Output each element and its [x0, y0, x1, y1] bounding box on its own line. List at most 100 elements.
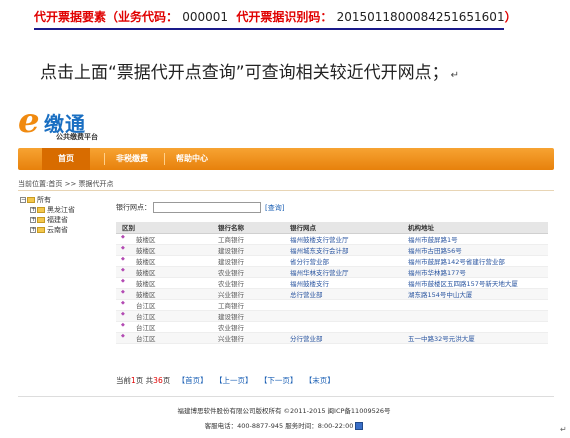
- tree-root[interactable]: − 所有: [20, 195, 110, 205]
- table-row: 鼓楼区建设银行省分行营业部福州市鼓屏路142号省建行营业部: [116, 255, 548, 267]
- security-badge-icon[interactable]: [355, 422, 364, 430]
- cell-address: 福州市古田路56号: [402, 244, 548, 256]
- search-bar: 银行网点： [查询]: [116, 202, 284, 213]
- cell-bank-name: 兴业银行: [212, 332, 284, 344]
- cell-district: 鼓楼区: [116, 255, 212, 267]
- nav-home[interactable]: 首页: [42, 148, 90, 170]
- cell-branch: [284, 299, 402, 311]
- table-header-row: 区别 银行名称 银行网点 机构地址: [116, 222, 548, 234]
- cell-branch: 福州华林支行营业厅: [284, 266, 402, 278]
- instruction-body: 点击上面“票据代开点查询”可查询相关较近代开网点；: [40, 63, 449, 83]
- tree-root-label: 所有: [37, 196, 51, 204]
- footer-divider: [18, 396, 554, 397]
- prev-page-link[interactable]: 【上一页】: [215, 376, 253, 385]
- document-header: 代开票据要素（业务代码： 000001 代开票据识别码： 20150118000…: [34, 8, 517, 30]
- cell-address: 五一中路32号元洪大厦: [402, 332, 548, 344]
- business-code-label: 业务代码：: [118, 10, 179, 24]
- main-nav: 首页 非税缴费 帮助中心: [18, 148, 554, 170]
- cell-address: 福州市鼓楼区五四路157号新天地大厦: [402, 277, 548, 289]
- col-address: 机构地址: [402, 222, 548, 234]
- cell-branch: [284, 321, 402, 333]
- expand-icon[interactable]: +: [30, 207, 36, 213]
- pagination: 当前1页 共36页 【首页】 【上一页】 【下一页】 【末页】: [116, 375, 335, 386]
- paren-open: （: [106, 10, 119, 24]
- nav-separator: [104, 153, 105, 165]
- pager-middle: 页 共: [135, 376, 154, 385]
- breadcrumb: 当前位置:首页 >> 票据代开点: [18, 180, 114, 188]
- tree-item-label: 云南省: [47, 226, 68, 234]
- tree-item-label: 福建省: [47, 216, 68, 224]
- table-row: 鼓楼区农业银行福州鼓楼支行福州市鼓楼区五四路157号新天地大厦: [116, 277, 548, 289]
- search-button[interactable]: [查询]: [265, 204, 284, 212]
- branch-table: 区别 银行名称 银行网点 机构地址 鼓楼区工商银行福州鼓楼支行营业厅福州市鼓屏路…: [116, 222, 548, 344]
- cell-district: 鼓楼区: [116, 266, 212, 278]
- next-page-link[interactable]: 【下一页】: [260, 376, 298, 385]
- cell-branch: 省分行营业部: [284, 255, 402, 267]
- cell-address: 湖东路154号中山大厦: [402, 288, 548, 300]
- region-tree: − 所有 + 黑龙江省 + 福建省 + 云南省: [20, 195, 110, 235]
- cell-district: 台江区: [116, 321, 212, 333]
- total-pages: 36: [153, 376, 163, 385]
- copyright-text: 福建博思软件股份有限公司版权所有 ©2011-2015 闽ICP备1100952…: [177, 407, 391, 415]
- paren-close: ）: [504, 10, 517, 24]
- col-branch: 银行网点: [284, 222, 402, 234]
- tree-item-label: 黑龙江省: [47, 206, 75, 214]
- cell-branch: 福州鼓楼支行营业厅: [284, 233, 402, 245]
- folder-icon: [37, 207, 45, 213]
- logo-subtitle: 公共缴费平台: [56, 133, 98, 141]
- return-mark: ↵: [450, 70, 460, 81]
- cell-address: [402, 299, 548, 311]
- cell-branch: 福州城东支行会计部: [284, 244, 402, 256]
- cell-district: 鼓楼区: [116, 244, 212, 256]
- cell-district: 鼓楼区: [116, 233, 212, 245]
- cell-district: 鼓楼区: [116, 288, 212, 300]
- service-info: 客服电话：400-8877-945 服务时间：8:00-22:00: [14, 420, 554, 430]
- col-district: 区别: [116, 222, 212, 234]
- cell-address: 福州市华林路177号: [402, 266, 548, 278]
- folder-icon: [37, 227, 45, 233]
- table-row: 台江区农业银行: [116, 321, 548, 333]
- logo-e: e: [18, 101, 40, 141]
- table-row: 鼓楼区工商银行福州鼓楼支行营业厅福州市鼓屏路1号: [116, 233, 548, 245]
- folder-icon: [27, 197, 35, 203]
- cell-bank-name: 建设银行: [212, 310, 284, 322]
- receipt-id-value: 2015011800084251651601: [336, 10, 505, 24]
- cell-branch: [284, 310, 402, 322]
- cell-bank-name: 兴业银行: [212, 288, 284, 300]
- first-page-link[interactable]: 【首页】: [178, 376, 208, 385]
- expand-icon[interactable]: +: [30, 227, 36, 233]
- service-text: 客服电话：400-8877-945 服务时间：8:00-22:00: [204, 422, 354, 430]
- table-row: 鼓楼区农业银行福州华林支行营业厅福州市华林路177号: [116, 266, 548, 278]
- cell-address: 福州市鼓屏路1号: [402, 233, 548, 245]
- table-row: 台江区工商银行: [116, 299, 548, 311]
- return-mark: ↵: [560, 425, 567, 434]
- table-row: 台江区建设银行: [116, 310, 548, 322]
- cell-district: 台江区: [116, 332, 212, 344]
- cell-branch: 福州鼓楼支行: [284, 277, 402, 289]
- cell-bank-name: 农业银行: [212, 321, 284, 333]
- cell-district: 鼓楼区: [116, 277, 212, 289]
- site-logo[interactable]: e 缴通 公共缴费平台: [18, 104, 138, 144]
- search-label: 银行网点：: [116, 203, 151, 212]
- nav-help-center[interactable]: 帮助中心: [168, 148, 216, 170]
- tree-item-yunnan[interactable]: + 云南省: [20, 225, 110, 235]
- tree-item-fujian[interactable]: + 福建省: [20, 215, 110, 225]
- cell-branch: 总行营业部: [284, 288, 402, 300]
- business-code-value: 000001: [182, 10, 229, 24]
- bank-branch-input[interactable]: [153, 202, 261, 213]
- cell-branch: 分行营业部: [284, 332, 402, 344]
- nav-nontax-payment[interactable]: 非税缴费: [108, 148, 156, 170]
- expand-icon[interactable]: +: [30, 217, 36, 223]
- cell-bank-name: 工商银行: [212, 299, 284, 311]
- table-row: 鼓楼区建设银行福州城东支行会计部福州市古田路56号: [116, 244, 548, 256]
- cell-district: 台江区: [116, 299, 212, 311]
- cell-bank-name: 农业银行: [212, 277, 284, 289]
- cell-address: [402, 310, 548, 322]
- cell-bank-name: 农业银行: [212, 266, 284, 278]
- last-page-link[interactable]: 【末页】: [305, 376, 335, 385]
- tree-item-heilongjiang[interactable]: + 黑龙江省: [20, 205, 110, 215]
- folder-icon: [37, 217, 45, 223]
- cell-address: [402, 321, 548, 333]
- collapse-icon[interactable]: −: [20, 197, 26, 203]
- col-bank-name: 银行名称: [212, 222, 284, 234]
